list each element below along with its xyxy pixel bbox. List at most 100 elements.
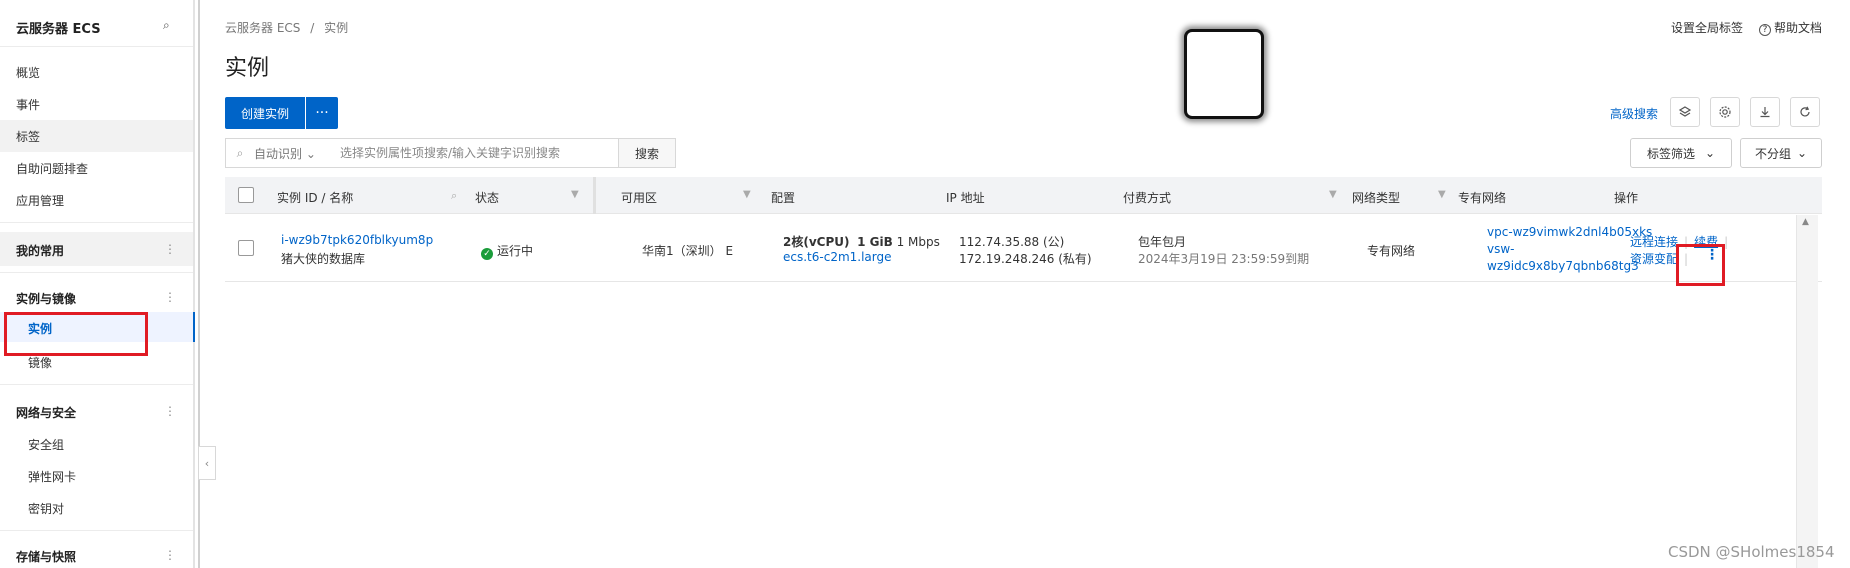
help-docs-link[interactable]: ? 帮助文档 (1758, 19, 1822, 36)
vpc-link[interactable]: vpc-wz9vimwk2dnl4b05xks (1487, 225, 1652, 239)
column-billing: 付费方式 (1123, 191, 1172, 205)
select-all-checkbox[interactable] (238, 187, 254, 203)
column-vpc: 专有网络 (1458, 191, 1507, 205)
sidebar-item-security-groups[interactable]: 安全组 (28, 436, 64, 453)
sidebar-item-images[interactable]: 镜像 (28, 354, 52, 371)
search-icon: ⌕ (236, 145, 244, 160)
column-actions: 操作 (1614, 191, 1639, 205)
status-label: 运行中 (497, 244, 534, 258)
sidebar-item-tags[interactable]: 标签 (16, 128, 40, 145)
overlay-blank-box (1184, 29, 1264, 119)
divider (0, 530, 193, 531)
instance-type-link[interactable]: ecs.t6-c2m1.large (783, 250, 892, 264)
billing-value: 包年包月 (1138, 235, 1187, 249)
search-icon[interactable]: ⌕ (451, 189, 457, 203)
memory-value: 1 GiB (857, 235, 893, 249)
more-actions-button[interactable]: ··· (306, 97, 338, 129)
sidebar-group-favorites[interactable]: 我的常用 (16, 242, 64, 259)
watermark: CSDN @SHolmes1854 (1668, 543, 1835, 561)
sidebar-search-icon[interactable]: ⌕ (163, 18, 170, 33)
sidebar-title: 云服务器 ECS (16, 22, 101, 37)
breadcrumb-sep: / (310, 21, 315, 35)
highlight-box-sidebar (4, 312, 148, 356)
filter-icon[interactable]: ▼ (1438, 189, 1446, 200)
sidebar: 云服务器 ECS ⌕ 概览 事件 标签 自助问题排查 应用管理 我的常用 ⋮ 实… (0, 0, 195, 568)
sidebar-item-app-management[interactable]: 应用管理 (16, 192, 64, 209)
remote-connect-link[interactable]: 远程连接 (1630, 235, 1678, 249)
ip-private: 172.19.248.246 (私有) (959, 252, 1092, 266)
group-by-label: 不分组 (1754, 146, 1791, 161)
instance-name: 猪大侠的数据库 (281, 252, 366, 266)
help-docs-label: 帮助文档 (1773, 21, 1822, 35)
tag-filter-dropdown[interactable]: 标签筛选 ⌄ (1630, 138, 1732, 168)
breadcrumb: 云服务器 ECS / 实例 (225, 19, 348, 36)
sidebar-item-overview[interactable]: 概览 (16, 64, 40, 81)
scroll-up-icon[interactable]: ▲ (1802, 217, 1809, 227)
breadcrumb-instances: 实例 (324, 21, 349, 35)
gear-icon[interactable] (1710, 97, 1740, 127)
sidebar-group-network-security[interactable]: 网络与安全 (16, 404, 76, 421)
divider (0, 222, 193, 223)
row-checkbox[interactable] (238, 240, 254, 256)
column-ip: IP 地址 (946, 191, 985, 205)
column-instance-id: 实例 ID / 名称 (277, 191, 354, 205)
check-circle-icon: ✓ (481, 248, 493, 260)
refresh-icon[interactable] (1790, 97, 1820, 127)
divider (0, 46, 193, 47)
collapse-sidebar-icon[interactable]: ‹ (198, 446, 216, 480)
sidebar-group-storage-snapshots[interactable]: 存储与快照 (16, 548, 76, 565)
divider (0, 384, 193, 385)
cpu-value: 2核(vCPU) (783, 235, 850, 249)
divider (0, 272, 193, 273)
status-badge: ✓ 运行中 (481, 242, 533, 260)
sidebar-item-eni[interactable]: 弹性网卡 (28, 468, 76, 485)
help-icon: ? (1758, 24, 1771, 36)
bandwidth-value: 1 Mbps (896, 235, 940, 249)
filter-icon[interactable]: ▼ (571, 189, 579, 200)
panel-divider (198, 0, 200, 568)
advanced-search-link[interactable]: 高级搜索 (1610, 105, 1658, 122)
expiry-date: 2024年3月19日 23:59:59到期 (1138, 252, 1310, 266)
chevron-down-icon: ⌄ (1704, 146, 1716, 160)
instance-id-link[interactable]: i-wz9b7tpk620fblkyum8p (281, 233, 433, 247)
resize-link[interactable]: 资源变配 (1630, 252, 1678, 266)
sidebar-group-instances-images[interactable]: 实例与镜像 (16, 290, 76, 307)
sidebar-item-troubleshoot[interactable]: 自助问题排查 (16, 160, 88, 177)
highlight-box-more-actions (1676, 244, 1725, 286)
kebab-icon[interactable]: ⋮ (164, 548, 176, 562)
sidebar-item-keypairs[interactable]: 密钥对 (28, 500, 64, 517)
column-network-type: 网络类型 (1352, 191, 1401, 205)
search-mode-label: 自动识别 (254, 146, 303, 161)
vswitch-link[interactable]: vsw- (1487, 242, 1515, 256)
filter-icon[interactable]: ▼ (743, 189, 751, 200)
tag-filter-label: 标签筛选 (1646, 146, 1695, 161)
table-scrollbar[interactable]: ▲ (1796, 215, 1818, 568)
table-row: i-wz9b7tpk620fblkyum8p 猪大侠的数据库 ✓ 运行中 华南1（… (225, 214, 1822, 282)
download-icon[interactable] (1750, 97, 1780, 127)
search-input[interactable] (338, 145, 618, 161)
page-title: 实例 (225, 56, 270, 81)
top-right-links: 设置全局标签 ? 帮助文档 (1671, 19, 1822, 36)
search-button[interactable]: 搜索 (619, 138, 676, 168)
network-type-value: 专有网络 (1367, 244, 1416, 258)
breadcrumb-ecs[interactable]: 云服务器 ECS (225, 21, 300, 35)
kebab-icon[interactable]: ⋮ (164, 404, 176, 418)
column-config: 配置 (771, 191, 796, 205)
zone-value: 华南1（深圳） E (642, 244, 734, 258)
create-instance-button[interactable]: 创建实例 (225, 97, 305, 129)
kebab-icon[interactable]: ⋮ (164, 242, 176, 256)
kebab-icon[interactable]: ⋮ (164, 290, 176, 304)
global-tags-link[interactable]: 设置全局标签 (1671, 19, 1743, 36)
sidebar-item-events[interactable]: 事件 (16, 96, 40, 113)
chevron-down-icon: ⌄ (1796, 146, 1808, 160)
vswitch-link[interactable]: wz9idc9x8by7qbnb68tg3 (1487, 259, 1639, 273)
group-by-dropdown[interactable]: 不分组 ⌄ (1740, 138, 1822, 168)
search-bar: ⌕ 自动识别 ⌄ (225, 138, 619, 168)
config-spec: 2核(vCPU) 1 GiB 1 Mbps (783, 233, 940, 250)
search-mode-select[interactable]: 自动识别 ⌄ (254, 145, 338, 162)
column-status: 状态 (475, 191, 500, 205)
table-header: 实例 ID / 名称 ⌕ 状态 ▼ 可用区 ▼ 配置 IP 地址 付费方式 ▼ … (225, 177, 1822, 214)
layers-icon[interactable] (1670, 97, 1700, 127)
ip-public: 112.74.35.88 (公) (959, 235, 1065, 249)
filter-icon[interactable]: ▼ (1329, 189, 1337, 200)
